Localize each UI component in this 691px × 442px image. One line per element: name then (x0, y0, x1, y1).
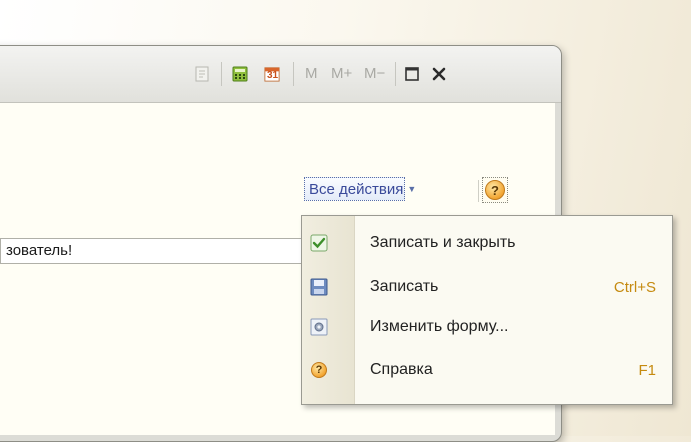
form-settings-icon (310, 318, 328, 336)
help-icon: ? (310, 361, 328, 379)
toolbar-separator (293, 62, 294, 86)
message-text-field[interactable]: зователь! (0, 238, 310, 264)
memory-subtract-button[interactable]: M− (364, 65, 385, 82)
all-actions-button[interactable]: Все действия ▼ (304, 177, 416, 201)
menu-item-write[interactable]: Записать Ctrl+S (302, 269, 672, 305)
menu-item-write-and-close[interactable]: Записать и закрыть (302, 225, 672, 261)
toolbar-separator (395, 62, 396, 86)
message-text-value: зователь! (6, 242, 73, 259)
actions-dropdown-menu: Записать и закрыть Записать Ctrl+S Измен… (301, 215, 673, 405)
menu-item-shortcut: F1 (638, 361, 656, 379)
title-bar: 31 M M+ M− (0, 46, 561, 103)
toolbar-separator (221, 62, 222, 86)
bookmark-icon[interactable] (194, 66, 210, 82)
all-actions-label: Все действия (309, 180, 404, 198)
help-icon: ? (485, 180, 505, 200)
menu-item-label: Справка (370, 361, 433, 378)
memory-add-button[interactable]: M+ (331, 65, 352, 82)
write-close-icon (310, 234, 328, 252)
command-bar-separator (478, 180, 479, 202)
calculator-icon[interactable] (232, 66, 248, 82)
chevron-down-icon: ▼ (407, 184, 417, 194)
maximize-icon[interactable] (404, 66, 420, 82)
memory-button[interactable]: M (305, 65, 318, 82)
menu-item-shortcut: Ctrl+S (613, 278, 656, 296)
help-button[interactable]: ? (482, 177, 508, 203)
menu-item-label: Изменить форму... (370, 318, 509, 335)
menu-item-change-form[interactable]: Изменить форму... (302, 309, 672, 345)
menu-item-label: Записать и закрыть (370, 234, 516, 251)
menu-item-label: Записать (370, 278, 439, 295)
menu-item-help[interactable]: ? Справка F1 (302, 352, 672, 388)
close-icon[interactable] (431, 66, 447, 82)
calendar-icon[interactable]: 31 (264, 66, 280, 82)
calendar-day-label: 31 (267, 70, 279, 81)
save-icon (310, 278, 328, 296)
